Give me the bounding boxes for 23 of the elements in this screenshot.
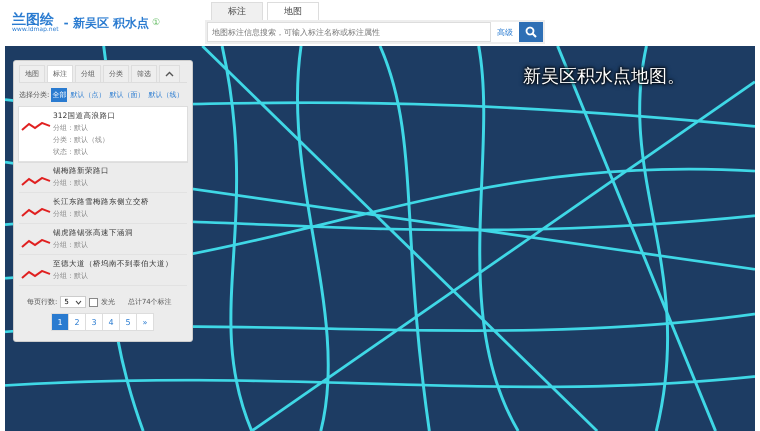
advanced-link[interactable]: 高级 xyxy=(491,22,520,42)
caret-icon xyxy=(165,71,174,77)
line-icon xyxy=(21,237,51,249)
glow-checkbox[interactable] xyxy=(88,298,98,306)
search-icon xyxy=(525,26,538,38)
line-icon xyxy=(21,268,51,280)
caret-icon xyxy=(74,300,82,304)
tab[interactable]: 地图 xyxy=(267,2,320,20)
search-button[interactable] xyxy=(519,22,544,42)
page-title: - 新吴区 积水点 xyxy=(64,14,149,32)
line-icon xyxy=(21,175,51,187)
page-button[interactable]: 1 xyxy=(51,313,69,331)
page-button[interactable]: » xyxy=(136,313,154,331)
page-button[interactable]: 3 xyxy=(85,313,103,331)
tab[interactable]: 标注 xyxy=(211,2,264,20)
line-icon xyxy=(21,120,51,132)
search-field[interactable]: 地图标注信息搜索，可输入标注名称或标注属性 xyxy=(207,22,492,42)
page-button[interactable]: 4 xyxy=(102,313,120,331)
page-button[interactable]: 5 xyxy=(119,313,137,331)
logo-text[interactable]: 兰图绘 xyxy=(12,13,59,27)
page-button[interactable]: 2 xyxy=(68,313,86,331)
collapse-button[interactable] xyxy=(159,65,180,82)
line-icon xyxy=(21,206,51,218)
